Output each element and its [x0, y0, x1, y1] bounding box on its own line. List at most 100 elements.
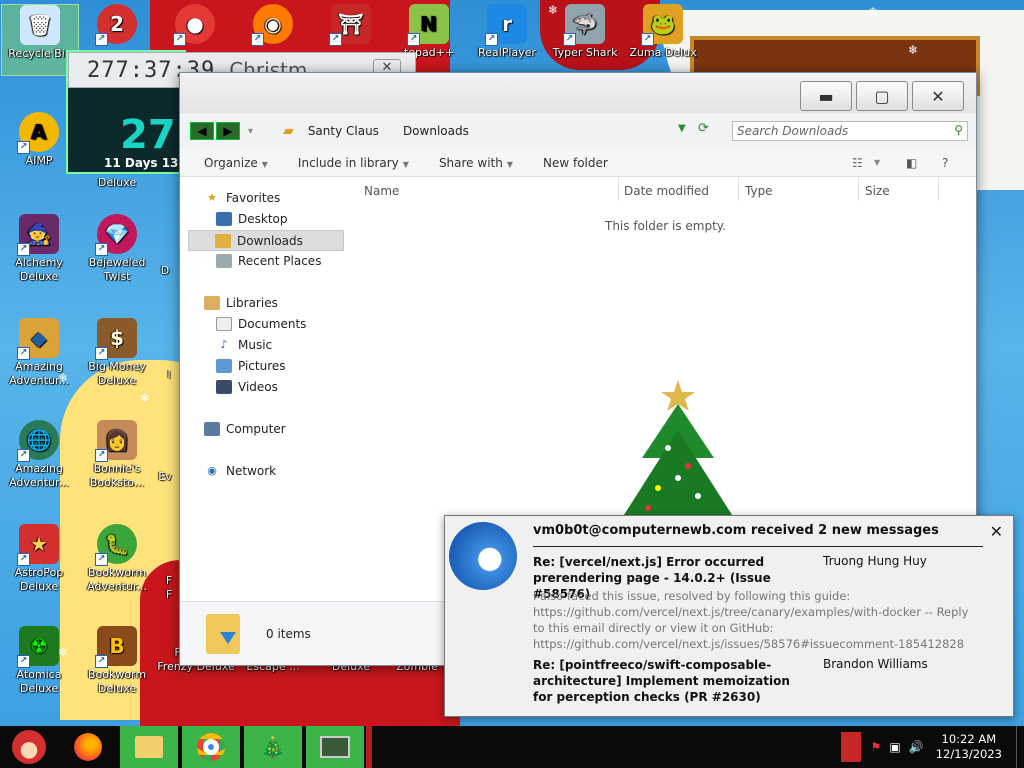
- desktop-icon-bonnies-bookstore[interactable]: 👩 ↗ Bonnie's Booksto...: [78, 420, 156, 490]
- column-header-type[interactable]: Type: [745, 177, 773, 205]
- nav-videos[interactable]: Videos: [216, 380, 278, 394]
- taskbar-thunderbird[interactable]: [306, 726, 364, 768]
- nav-recent-places[interactable]: Recent Places: [216, 254, 321, 268]
- minimize-button[interactable]: ▬: [800, 81, 852, 111]
- include-in-library-button[interactable]: Include in library ▼: [298, 156, 409, 170]
- frog-icon: 🐸 ↗: [641, 4, 683, 46]
- notepad-icon: N ↗: [407, 4, 449, 46]
- worm-icon: 🐛 ↗: [95, 524, 137, 566]
- desktop-icon-label: Bejeweled Twist: [88, 256, 146, 283]
- taskbar-chrome[interactable]: [182, 726, 240, 768]
- taskbar-explorer[interactable]: [120, 726, 178, 768]
- maximize-icon: ▢: [874, 86, 890, 106]
- recent-pages-chevron-icon[interactable]: ▾: [248, 126, 253, 137]
- clock[interactable]: 10:22 AM 12/13/2023: [936, 732, 1002, 762]
- nav-libraries[interactable]: Libraries: [204, 296, 278, 310]
- desktop-icon-bookworm-adventures[interactable]: 🐛 ↗ Bookworm Adventur...: [78, 524, 156, 594]
- partial-icon-label: D: [160, 264, 170, 277]
- nav-music[interactable]: ♪ Music: [216, 338, 272, 352]
- maximize-button[interactable]: ▢: [856, 81, 908, 111]
- nav-pictures[interactable]: Pictures: [216, 359, 286, 373]
- desktop-icon-label: Deluxe: [97, 176, 137, 189]
- column-header-name[interactable]: Name: [364, 177, 399, 205]
- flag-icon[interactable]: ⚑: [871, 740, 882, 754]
- view-options-icon[interactable]: ☷: [852, 156, 863, 170]
- column-separator: [858, 177, 859, 201]
- desktop-icon-typer-shark[interactable]: 🦈 ↗ Typer Shark: [546, 4, 624, 74]
- shark-icon: 🦈 ↗: [563, 4, 605, 46]
- tray-app-icon[interactable]: [840, 732, 861, 762]
- red-creature-icon: ● ↗: [173, 4, 215, 46]
- folder-icon: [135, 736, 163, 758]
- desktop-icon-alchemy-deluxe[interactable]: 🧙 ↗ Alchemy Deluxe: [0, 214, 78, 284]
- desktop-icon-zuma-deluxe[interactable]: 🐸 ↗ Zuma Delux: [624, 4, 702, 74]
- preview-pane-icon[interactable]: ◧: [906, 156, 917, 170]
- breadcrumb-downloads[interactable]: Downloads: [403, 124, 469, 138]
- nav-favorites[interactable]: ★ Favorites: [204, 191, 280, 205]
- forward-button[interactable]: ▶: [216, 122, 240, 140]
- nav-computer[interactable]: Computer: [204, 422, 286, 436]
- address-dropdown-icon[interactable]: ▼: [678, 123, 686, 134]
- desktop-icon-label: Amazing Adventur...: [9, 462, 69, 489]
- snowflake-icon: ❄: [908, 43, 919, 57]
- nav-downloads[interactable]: Downloads: [188, 230, 344, 251]
- desktop-icon-amazing-adventures-2[interactable]: 🌐 ↗ Amazing Adventur...: [0, 420, 78, 490]
- desktop-icon-amazing-adventures-1[interactable]: ◆ ↗ Amazing Adventur...: [0, 318, 78, 388]
- organize-button[interactable]: Organize ▼: [204, 156, 268, 170]
- desktop-icon-big-money-deluxe[interactable]: $ ↗ Big Money Deluxe: [78, 318, 156, 388]
- navigation-pane: ★ Favorites Desktop Downloads Recent Plac…: [180, 177, 354, 597]
- network-tray-icon[interactable]: ▣: [889, 740, 900, 754]
- search-icon[interactable]: ⚲: [954, 123, 963, 137]
- forward-arrow-icon: ▶: [223, 124, 233, 138]
- desktop-icon-bejeweled-twist[interactable]: 💎 ↗ Bejeweled Twist: [78, 214, 156, 284]
- start-button[interactable]: [0, 726, 58, 768]
- message-sender: Truong Hung Huy: [823, 554, 927, 568]
- close-icon[interactable]: ✕: [990, 522, 1003, 541]
- desktop-icon-label: Alchemy Deluxe: [15, 256, 63, 283]
- computer-icon: [204, 422, 220, 436]
- desktop-icon-atomica-deluxe[interactable]: ☢ ↗ Atomica Deluxe: [0, 626, 78, 696]
- desktop-icon-bookworm-deluxe[interactable]: B ↗ Bookworm Deluxe: [78, 626, 156, 696]
- firefox-icon: [74, 733, 102, 761]
- desktop-icon-astropop-deluxe[interactable]: ★ ↗ AstroPop Deluxe: [0, 524, 78, 594]
- desktop-icon-label: Typer Shark: [552, 46, 618, 59]
- countdown-gadget[interactable]: 277:37:39 Christm ✕ 27 11 Days 13: [66, 50, 416, 174]
- message-subject[interactable]: Re: [pointfreeco/swift-composable-archit…: [533, 657, 813, 705]
- taskbar-tree-app[interactable]: 🎄: [244, 726, 302, 768]
- chrome-icon: [197, 733, 225, 761]
- desktop-icon-label: Big Money Deluxe: [88, 360, 146, 387]
- money-bag-icon: $ ↗: [95, 318, 137, 360]
- star-icon: ★ ↗: [17, 524, 59, 566]
- new-folder-button[interactable]: New folder: [543, 156, 608, 170]
- mail-notification[interactable]: vm0b0t@computernewb.com received 2 new m…: [444, 515, 1014, 717]
- desktop-icon-label: Zuma Delux: [629, 46, 697, 59]
- back-button[interactable]: ◀: [190, 122, 214, 140]
- nav-desktop[interactable]: Desktop: [216, 212, 288, 226]
- help-icon[interactable]: ?: [942, 156, 948, 170]
- breadcrumb-santy-claus[interactable]: Santy Claus: [308, 124, 379, 138]
- column-header-size[interactable]: Size: [865, 177, 890, 205]
- view-dropdown-icon[interactable]: ▼: [874, 158, 880, 167]
- show-desktop-button[interactable]: [1016, 726, 1024, 768]
- desktop-icon-deluxe[interactable]: Deluxe: [78, 176, 156, 190]
- nav-network[interactable]: ◉ Network: [204, 464, 276, 478]
- globe-icon: 🌐 ↗: [17, 420, 59, 462]
- volume-icon[interactable]: 🔊: [909, 740, 924, 754]
- column-header-date-modified[interactable]: Date modified: [624, 177, 709, 205]
- christmas-tree-icon: 🎄: [260, 735, 286, 759]
- refresh-icon[interactable]: ⟳: [698, 121, 709, 136]
- desktop-icon-realplayer[interactable]: r ↗ RealPlayer: [468, 4, 546, 74]
- close-button[interactable]: ✕: [912, 81, 964, 111]
- thunderbird-icon: [449, 522, 517, 590]
- snowflake-icon: ❄: [140, 391, 151, 405]
- firefox-icon: ◉ ↗: [251, 4, 293, 46]
- star-icon: ★: [207, 191, 217, 204]
- share-with-button[interactable]: Share with ▼: [439, 156, 513, 170]
- pictures-icon: [216, 359, 232, 373]
- message-sender: Brandon Williams: [823, 657, 928, 671]
- nav-documents[interactable]: Documents: [216, 317, 306, 331]
- title-bar[interactable]: ▬ ▢ ✕: [180, 73, 976, 113]
- search-input[interactable]: Search Downloads ⚲: [732, 121, 968, 141]
- taskbar-firefox[interactable]: [62, 726, 114, 768]
- message-preview: I also faced this issue, resolved by fol…: [533, 589, 969, 651]
